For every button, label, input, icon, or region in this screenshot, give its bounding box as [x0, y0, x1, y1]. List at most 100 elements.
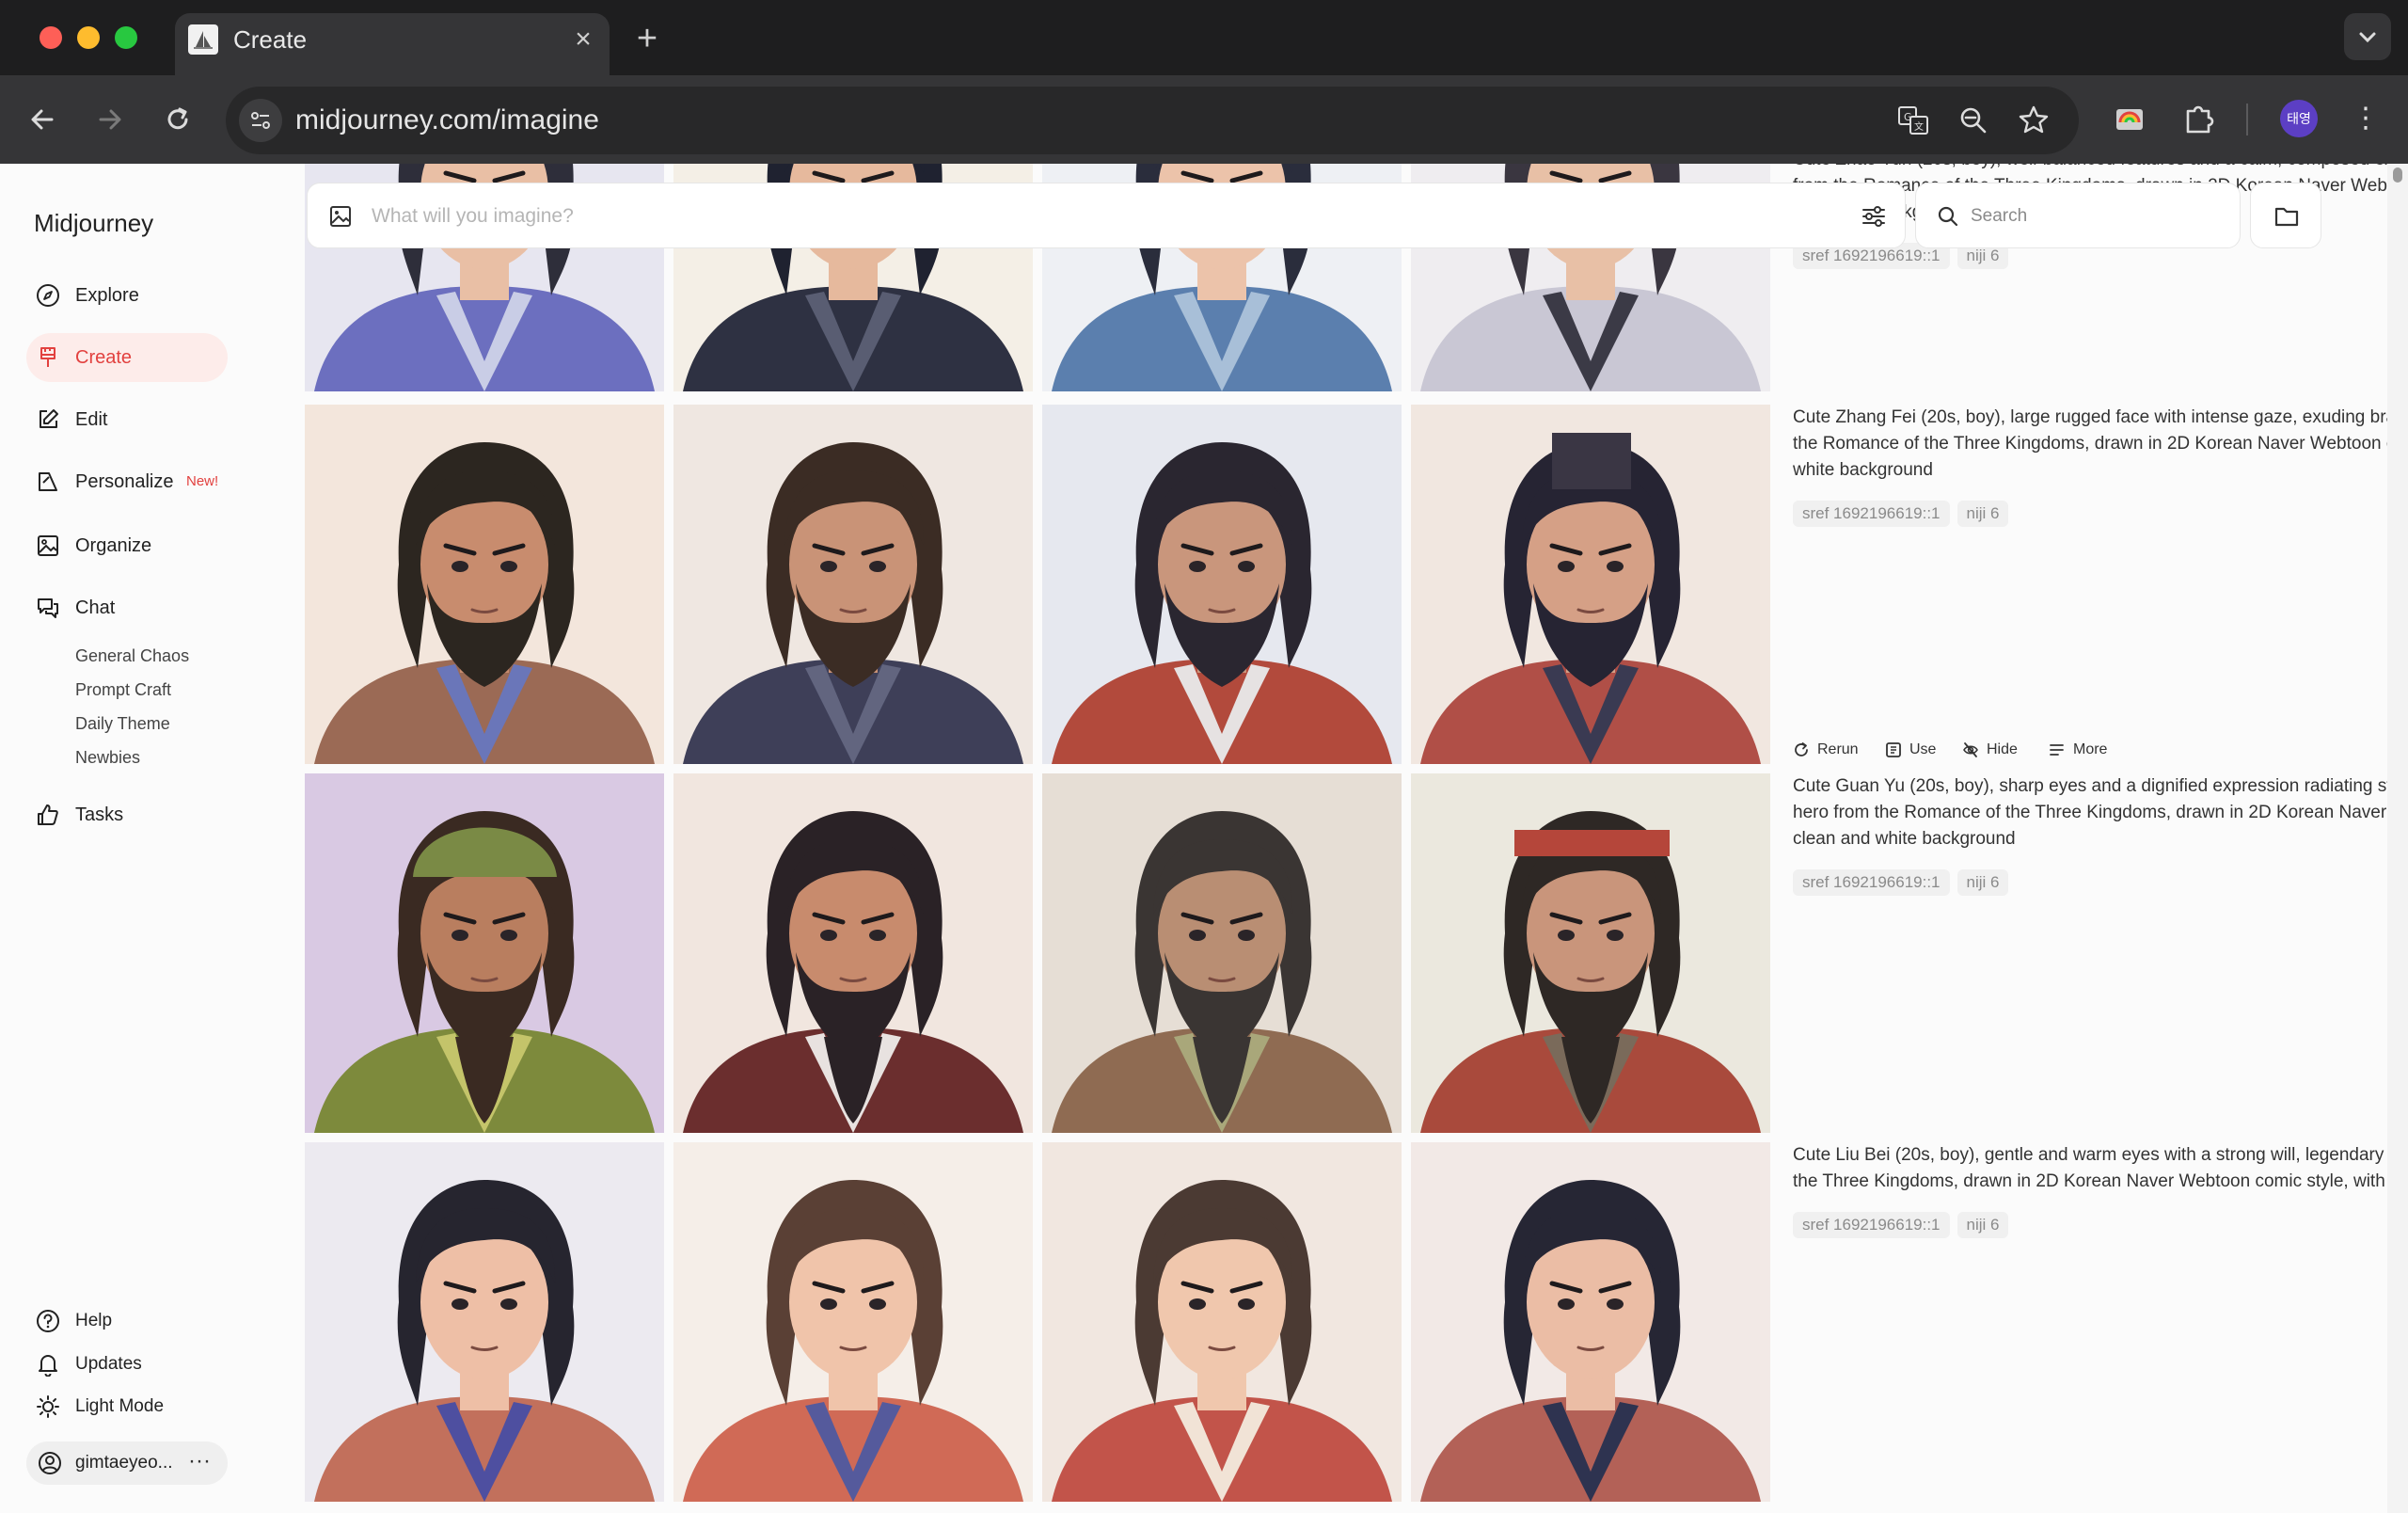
new-badge: New!: [186, 473, 219, 489]
chat-channel-general-chaos[interactable]: General Chaos: [75, 645, 189, 666]
generation-row: Cute Zhang Fei (20s, boy), large rugged …: [305, 405, 2408, 764]
model-tag[interactable]: niji 6: [1956, 1212, 2009, 1238]
generated-image-thumbnail[interactable]: [1411, 1142, 1770, 1502]
new-tab-plus-icon[interactable]: +: [626, 19, 668, 60]
chat-channel-daily-theme[interactable]: Daily Theme: [75, 713, 170, 734]
prompt-text[interactable]: Cute Zhang Fei (20s, boy), large rugged …: [1793, 405, 2408, 484]
sidebar-item-label: Explore: [75, 285, 139, 306]
prompt-input[interactable]: [372, 195, 1782, 238]
sidebar-item-organize[interactable]: Organize: [26, 521, 228, 570]
rerun-button-label: Rerun: [1817, 741, 1859, 757]
row-actions: Rerun Use Hide More: [1793, 736, 2357, 764]
address-bar[interactable]: midjourney.com/imagine G文: [226, 87, 2079, 154]
hide-button-label: Hide: [1987, 741, 2018, 757]
sidebar-item-label: Personalize: [75, 471, 174, 492]
tab-close-icon[interactable]: ×: [566, 23, 600, 56]
eye-off-icon: [1963, 742, 1978, 757]
sidebar-item-label: Edit: [75, 409, 108, 430]
chat-channel-newbies[interactable]: Newbies: [75, 747, 140, 768]
edit-icon: [40, 409, 58, 428]
model-tag[interactable]: niji 6: [1956, 869, 2009, 896]
sref-tag[interactable]: sref 1692196619::1: [1793, 1212, 1950, 1238]
extensions-puzzle-icon[interactable]: [2180, 100, 2218, 137]
account-menu[interactable]: gimtaeyeo... ···: [26, 1441, 228, 1485]
zoom-out-icon[interactable]: [1956, 104, 1990, 137]
brand-logo-text[interactable]: Midjourney: [34, 209, 153, 238]
sidebar-item-label: Updates: [75, 1354, 142, 1374]
model-tag[interactable]: niji 6: [1956, 501, 2009, 527]
generated-image-thumbnail[interactable]: [1411, 405, 1770, 764]
page-content: Midjourney Explore Create Edit Personali…: [0, 164, 2408, 1513]
window-close-button[interactable]: [40, 26, 62, 49]
scrollbar-thumb[interactable]: [2393, 167, 2402, 183]
reload-icon[interactable]: [154, 96, 201, 143]
generated-image-thumbnail[interactable]: [1411, 773, 1770, 1133]
generated-image-thumbnail[interactable]: [1042, 1142, 1402, 1502]
forward-arrow-icon[interactable]: [87, 96, 134, 143]
settings-sliders-icon[interactable]: [1860, 202, 1888, 231]
generation-row: Cute Liu Bei (20s, boy), gentle and warm…: [305, 1142, 2408, 1502]
svg-text:文: 文: [1914, 120, 1924, 133]
image-upload-icon[interactable]: [328, 204, 353, 229]
prompt-tags: sref 1692196619::1 niji 6: [1793, 501, 2408, 529]
more-button[interactable]: More: [2049, 736, 2116, 764]
sidebar-item-chat[interactable]: Chat: [26, 583, 228, 632]
folder-button[interactable]: [2250, 183, 2321, 248]
generated-image-thumbnail[interactable]: [673, 773, 1033, 1133]
generated-image-thumbnail[interactable]: [305, 1142, 664, 1502]
help-circle-icon: [37, 1310, 59, 1332]
translate-icon[interactable]: G文: [1896, 104, 1930, 137]
thumbs-up-icon: [38, 804, 58, 825]
generated-image-thumbnail[interactable]: [673, 1142, 1033, 1502]
sidebar-item-edit[interactable]: Edit: [26, 395, 228, 444]
sref-tag[interactable]: sref 1692196619::1: [1793, 869, 1950, 896]
generated-image-thumbnail[interactable]: [1042, 405, 1402, 764]
generated-image-thumbnail[interactable]: [1042, 773, 1402, 1133]
prompt-details: Cute Liu Bei (20s, boy), gentle and warm…: [1793, 1142, 2408, 1240]
bookmark-star-icon[interactable]: [2017, 104, 2051, 137]
sref-tag[interactable]: sref 1692196619::1: [1793, 501, 1950, 527]
sidebar-item-tasks[interactable]: Tasks: [26, 790, 228, 839]
sidebar-item-label: Create: [75, 347, 133, 368]
generated-image-thumbnail[interactable]: [305, 405, 664, 764]
midjourney-favicon-icon: [188, 24, 218, 55]
search-input[interactable]: [1971, 195, 2225, 238]
sidebar: Midjourney Explore Create Edit Personali…: [0, 164, 282, 1513]
page-scrollbar[interactable]: [2387, 164, 2408, 1513]
hide-button[interactable]: Hide: [1962, 736, 2028, 764]
chat-channel-prompt-craft[interactable]: Prompt Craft: [75, 679, 171, 700]
sidebar-item-explore[interactable]: Explore: [26, 271, 228, 320]
sidebar-item-create[interactable]: Create: [26, 333, 228, 382]
prompt-text[interactable]: Cute Liu Bei (20s, boy), gentle and warm…: [1793, 1142, 2408, 1195]
use-button[interactable]: Use: [1885, 736, 1941, 764]
back-arrow-icon[interactable]: [19, 96, 66, 143]
search-box: [1915, 183, 2241, 248]
use-button-label: Use: [1909, 741, 1937, 757]
sidebar-item-label: Light Mode: [75, 1396, 165, 1416]
window-zoom-button[interactable]: [115, 26, 137, 49]
personalize-icon: [39, 472, 57, 491]
sidebar-item-personalize[interactable]: Personalize New!: [26, 457, 228, 506]
browser-tab-active[interactable]: Create ×: [175, 13, 610, 75]
toolbar-divider: [2246, 104, 2248, 135]
extension-rainbow-icon[interactable]: [2111, 100, 2148, 137]
account-name: gimtaeyeo...: [75, 1453, 173, 1473]
rerun-button[interactable]: Rerun: [1793, 736, 1870, 764]
generation-row: Cute Guan Yu (20s, boy), sharp eyes and …: [305, 773, 2408, 1133]
generated-image-thumbnail[interactable]: [305, 773, 664, 1133]
compass-icon: [37, 284, 59, 307]
prompt-tags: sref 1692196619::1 niji 6: [1793, 1212, 2408, 1240]
more-lines-icon: [2050, 744, 2064, 756]
prompt-details: Cute Guan Yu (20s, boy), sharp eyes and …: [1793, 773, 2408, 898]
window-minimize-button[interactable]: [77, 26, 100, 49]
tab-search-chevron-icon[interactable]: [2344, 13, 2391, 60]
search-icon: [1938, 206, 1958, 227]
prompt-text[interactable]: Cute Guan Yu (20s, boy), sharp eyes and …: [1793, 773, 2408, 852]
profile-avatar[interactable]: 태영: [2280, 100, 2318, 137]
account-more-icon[interactable]: ···: [188, 1447, 211, 1475]
browser-menu-kebab-icon[interactable]: ⋮: [2352, 100, 2380, 137]
url-text: midjourney.com/imagine: [295, 104, 599, 135]
generated-image-thumbnail[interactable]: [673, 405, 1033, 764]
site-settings-icon[interactable]: [239, 99, 282, 142]
prompt-details: Cute Zhang Fei (20s, boy), large rugged …: [1793, 405, 2408, 529]
